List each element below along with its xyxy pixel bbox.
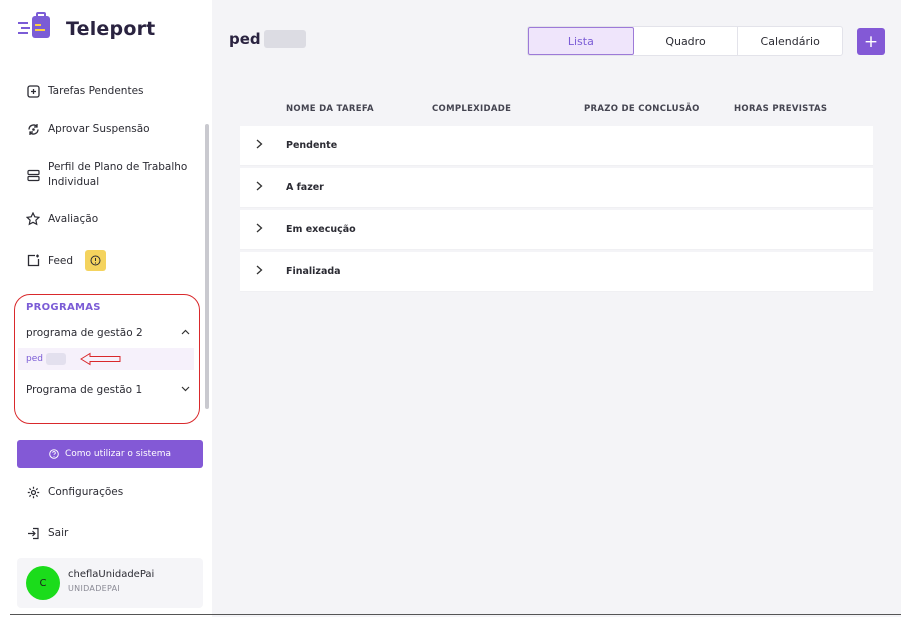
task-group-label: Pendente: [286, 140, 338, 151]
help-button-label: Como utilizar o sistema: [64, 449, 172, 459]
view-tabs: Lista Quadro Calendário: [527, 26, 843, 56]
divider: [10, 614, 901, 615]
sidebar-item-tarefas-pendentes[interactable]: Tarefas Pendentes: [26, 84, 144, 98]
sidebar-item-label: Sair: [48, 527, 69, 539]
sidebar-item-sair[interactable]: Sair: [26, 526, 68, 540]
tab-quadro[interactable]: Quadro: [634, 27, 739, 55]
avatar: C: [26, 566, 60, 600]
sidebar-item-label: Avaliação: [48, 213, 99, 225]
redacted-text: [46, 353, 66, 365]
redacted-text: [264, 30, 306, 48]
app-logo[interactable]: Teleport: [18, 12, 155, 46]
sidebar: Teleport Tarefas Pendentes Aprovar Suspe…: [0, 0, 212, 617]
logo-icon: [18, 12, 56, 46]
program-group-label: programa de gestão 2: [26, 327, 143, 339]
star-icon: [26, 212, 40, 226]
sidebar-item-label: Aprovar Suspensão: [48, 123, 150, 135]
add-button[interactable]: +: [857, 28, 885, 55]
programs-section-title: PROGRAMAS: [26, 302, 101, 313]
user-unit: UNIDADEPAI: [68, 584, 121, 593]
help-circle-icon: [49, 449, 59, 459]
task-group-label: Finalizada: [286, 266, 341, 277]
user-profile-card[interactable]: C cheflaUnidadePai UNIDADEPAI: [17, 558, 203, 608]
feed-icon: [26, 254, 40, 268]
user-name: cheflaUnidadePai: [68, 569, 155, 580]
column-header-complexidade[interactable]: COMPLEXIDADE: [432, 104, 511, 114]
program-child-label: ped: [26, 354, 43, 364]
program-group-label: Programa de gestão 1: [26, 384, 143, 396]
task-group-label: A fazer: [286, 182, 324, 193]
sidebar-scrollbar[interactable]: [205, 124, 209, 409]
sidebar-item-perfil-plano[interactable]: Perfil de Plano de Trabalho Individual: [26, 160, 188, 190]
tab-calendario[interactable]: Calendário: [738, 27, 842, 55]
chevron-up-icon: [181, 328, 190, 338]
page-title: ped: [229, 30, 261, 48]
chevron-right-icon[interactable]: [256, 181, 263, 194]
gear-icon: [26, 485, 40, 499]
task-group-label: Em execução: [286, 224, 356, 235]
task-group-row[interactable]: Em execução: [240, 210, 873, 250]
sidebar-item-label: Configurações: [48, 486, 124, 498]
refresh-icon: [26, 122, 40, 136]
sidebar-item-configuracoes[interactable]: Configurações: [26, 485, 123, 499]
program-group-2[interactable]: programa de gestão 2: [26, 327, 190, 339]
program-group-1[interactable]: Programa de gestão 1: [26, 384, 190, 396]
sidebar-item-aprovar-suspensao[interactable]: Aprovar Suspensão: [26, 122, 150, 136]
sidebar-item-label: Feed: [48, 254, 74, 267]
feed-badge: [85, 250, 107, 271]
info-icon: [90, 255, 101, 266]
plus-square-icon: [26, 84, 40, 98]
chevron-right-icon[interactable]: [256, 139, 263, 152]
chevron-down-icon: [181, 385, 190, 395]
task-group-row[interactable]: Pendente: [240, 126, 873, 166]
chevron-right-icon[interactable]: [256, 223, 263, 236]
logout-icon: [26, 526, 40, 540]
main-content: [212, 0, 901, 617]
task-group-row[interactable]: A fazer: [240, 168, 873, 208]
annotation-arrow-icon: [80, 352, 121, 366]
sidebar-item-label: Tarefas Pendentes: [48, 85, 144, 97]
help-button[interactable]: Como utilizar o sistema: [17, 440, 203, 468]
sidebar-item-label: Perfil de Plano de Trabalho Individual: [48, 161, 188, 188]
task-group-row[interactable]: Finalizada: [240, 252, 873, 292]
column-header-nome[interactable]: NOME DA TAREFA: [286, 104, 374, 114]
sidebar-item-avaliacao[interactable]: Avaliação: [26, 212, 98, 226]
app-name: Teleport: [66, 18, 156, 40]
column-header-prazo[interactable]: PRAZO DE CONCLUSÃO: [584, 104, 700, 114]
column-header-horas[interactable]: HORAS PREVISTAS: [734, 104, 827, 114]
server-icon: [26, 168, 40, 182]
chevron-right-icon[interactable]: [256, 265, 263, 278]
tab-lista[interactable]: Lista: [528, 27, 634, 55]
sidebar-item-feed[interactable]: Feed: [26, 250, 107, 271]
